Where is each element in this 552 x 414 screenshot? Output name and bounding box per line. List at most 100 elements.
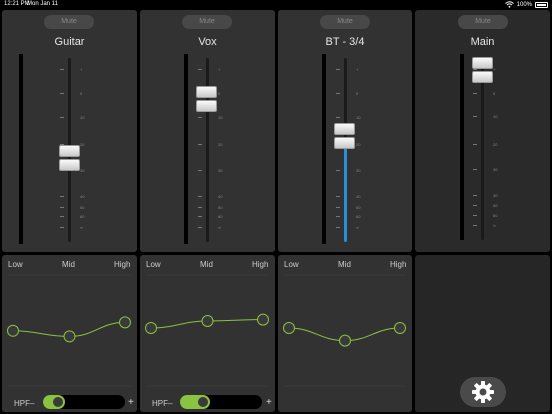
- scale-tick: [198, 207, 202, 209]
- hpf-plus: +: [266, 397, 272, 408]
- eq-graph[interactable]: [278, 255, 412, 412]
- eq-handle-low[interactable]: [283, 322, 295, 334]
- scale-label: 40: [493, 192, 498, 198]
- scale-tick: [198, 216, 202, 218]
- hpf-label: HPF–: [14, 399, 35, 408]
- scale-label: 30: [80, 168, 85, 174]
- fader-handle[interactable]: [334, 123, 355, 151]
- channel-name: Main: [470, 36, 495, 48]
- scale-label: 10: [218, 114, 223, 120]
- fader-cap-bottom: [59, 159, 80, 172]
- scale-tick: [473, 225, 477, 227]
- scale-label: 30: [356, 168, 361, 174]
- fader-cap-bottom: [334, 137, 355, 150]
- scale-tick: [60, 207, 64, 209]
- fader-cap-top: [59, 145, 80, 158]
- eq-handle-mid[interactable]: [339, 334, 351, 347]
- channel-strip-vox: Mute Vox +0 10 20 30 40 50 60 ∞: [140, 10, 275, 252]
- scale-label: 30: [493, 167, 498, 173]
- eq-handle-low[interactable]: [145, 322, 157, 334]
- fader-cap-bottom: [472, 70, 493, 83]
- channel-strip-main: Mute Main +0 10 20 30 40 50 60 ∞: [415, 10, 550, 252]
- scale-tick: [336, 227, 340, 229]
- hpf-slider-knob[interactable]: [51, 396, 64, 408]
- scale-label: +: [356, 67, 359, 73]
- eq-handle-high[interactable]: [394, 322, 406, 334]
- scale-tick: [60, 196, 64, 197]
- scale-tick: [198, 170, 202, 172]
- scale-tick: [60, 69, 64, 71]
- scale-label: 40: [80, 194, 85, 199]
- scale-label: 60: [218, 214, 223, 220]
- scale-label: 50: [80, 205, 85, 211]
- scale-label: 0: [356, 90, 359, 96]
- scale-label: 60: [80, 214, 85, 220]
- channel-strip-guitar: Mute Guitar +0 10 20 30 40 50 60 ∞: [2, 10, 137, 252]
- scale-label: 40: [356, 194, 361, 199]
- scale-tick: [336, 116, 340, 118]
- fader-track[interactable]: [481, 58, 484, 240]
- scale-tick: [198, 144, 202, 146]
- eq-panel-bt: Low Mid High: [278, 255, 412, 412]
- level-meter: [460, 54, 464, 240]
- scale-label: 10: [493, 114, 498, 120]
- scale-label: 60: [493, 212, 498, 218]
- scale-label: 10: [80, 114, 85, 120]
- scale-tick: [198, 69, 202, 71]
- scale-tick: [198, 227, 202, 229]
- settings-panel: [415, 255, 550, 412]
- scale-tick: [473, 214, 477, 216]
- scale-tick: [473, 169, 477, 171]
- channel-strip-bt: Mute BT - 3/4 +0 10 20 30 40 50 60 ∞: [278, 10, 412, 252]
- level-meter: [322, 54, 326, 244]
- status-date: Mon Jan 11: [27, 1, 58, 7]
- fader-cap-bottom: [196, 100, 217, 113]
- battery-icon: [535, 1, 548, 8]
- scale-tick: [473, 92, 477, 94]
- battery-percent: 100%: [516, 1, 532, 8]
- scale-label: +: [80, 67, 83, 73]
- scale-label: 30: [218, 168, 223, 174]
- fader-handle[interactable]: [59, 145, 80, 173]
- scale-label: ∞: [493, 223, 496, 229]
- scale-tick: [336, 196, 340, 197]
- eq-panel-vox: Low Mid High HPF– +: [140, 255, 275, 412]
- mute-button[interactable]: Mute: [44, 15, 94, 29]
- settings-button[interactable]: [460, 377, 506, 407]
- eq-graph[interactable]: [140, 255, 275, 412]
- fader-cap-top: [472, 56, 493, 69]
- channel-name: BT - 3/4: [325, 36, 365, 48]
- fader-handle[interactable]: [196, 86, 217, 114]
- hpf-slider[interactable]: [180, 395, 262, 409]
- eq-handle-high[interactable]: [257, 313, 269, 326]
- scale-tick: [473, 116, 477, 118]
- scale-label: 50: [493, 203, 498, 209]
- mute-button[interactable]: Mute: [320, 15, 370, 29]
- status-bar: 12:21 PM Mon Jan 11 100%: [0, 0, 552, 9]
- eq-handle-mid[interactable]: [201, 315, 214, 327]
- scale-tick: [336, 69, 340, 71]
- status-time: 12:21 PM: [4, 1, 30, 7]
- scale-label: 60: [356, 214, 361, 220]
- gear-icon: [472, 381, 494, 403]
- scale-tick: [198, 196, 202, 197]
- scale-label: 50: [356, 205, 361, 211]
- scale-label: 20: [493, 141, 498, 147]
- mute-button[interactable]: Mute: [458, 15, 508, 29]
- hpf-slider-knob[interactable]: [197, 396, 210, 408]
- scale-label: 0: [493, 90, 496, 96]
- wifi-icon: [504, 1, 514, 8]
- level-meter: [184, 54, 188, 244]
- eq-graph[interactable]: [2, 255, 137, 412]
- scale-label: 40: [218, 194, 223, 199]
- fader-handle[interactable]: [472, 56, 493, 85]
- eq-panel-guitar: Low Mid High HPF– +: [2, 255, 137, 412]
- eq-handle-low[interactable]: [7, 324, 19, 337]
- eq-handle-mid[interactable]: [63, 330, 76, 343]
- mute-button[interactable]: Mute: [182, 15, 232, 29]
- scale-label: ∞: [356, 225, 359, 231]
- hpf-slider[interactable]: [43, 395, 125, 409]
- scale-tick: [336, 170, 340, 172]
- scale-tick: [60, 116, 64, 118]
- eq-handle-high[interactable]: [119, 316, 131, 329]
